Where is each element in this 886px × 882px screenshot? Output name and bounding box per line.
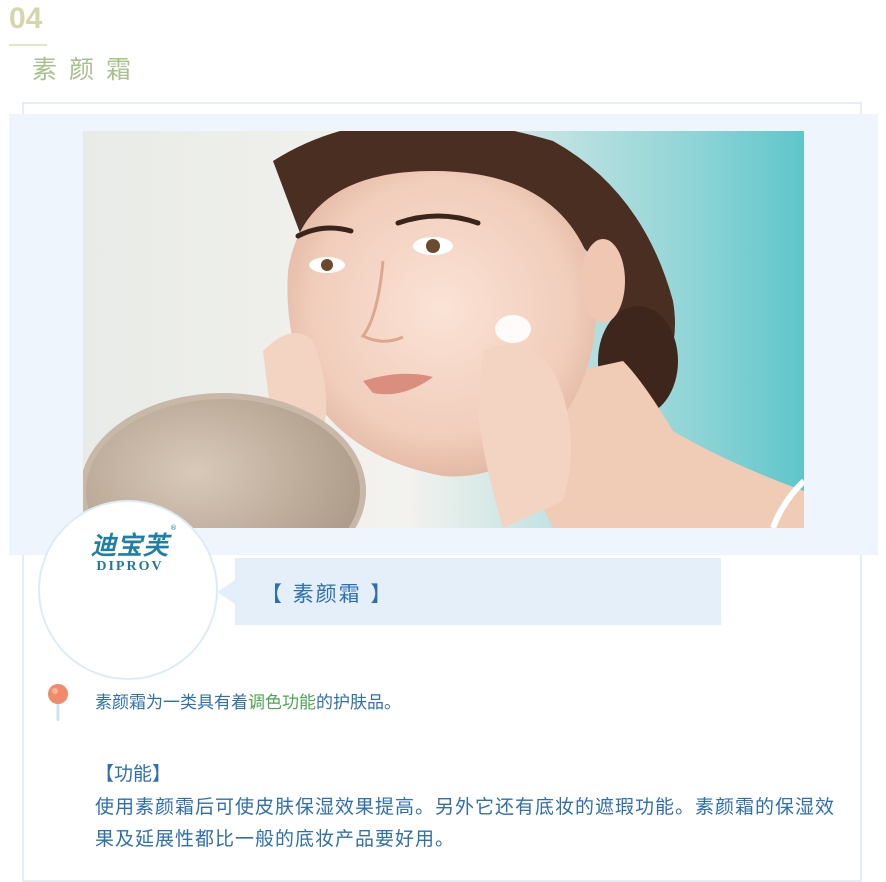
- intro-text-start: 素颜霜为一类具有着: [95, 693, 248, 713]
- brand-logo-en: DIPROV: [96, 559, 164, 574]
- section-underline: [9, 44, 47, 46]
- product-label-tag: 【 素颜霜 】: [217, 558, 721, 625]
- section-number: 04: [9, 2, 43, 35]
- woman-applying-cream-photo: [83, 131, 804, 528]
- brand-logo-badge: 迪宝芙 ® DIPROV: [38, 500, 218, 680]
- intro-text: 素颜霜为一类具有着调色功能的护肤品。: [95, 688, 401, 713]
- function-heading: 【功能】: [95, 763, 172, 785]
- function-body: 使用素颜霜后可使皮肤保湿效果提高。另外它还有底妆的遮瑕功能。素颜霜的保湿效果及延…: [95, 796, 836, 850]
- product-label-text: 【 素颜霜 】: [261, 582, 394, 606]
- section-title: 素颜霜: [32, 55, 144, 84]
- brand-logo-cn: 迪宝芙: [90, 531, 169, 560]
- registered-mark: ®: [170, 524, 177, 532]
- intro-highlight: 调色功能: [248, 693, 316, 713]
- intro-text-end: 的护肤品。: [316, 693, 401, 713]
- map-pin-icon: [48, 684, 68, 721]
- photo-illustration: [83, 131, 804, 528]
